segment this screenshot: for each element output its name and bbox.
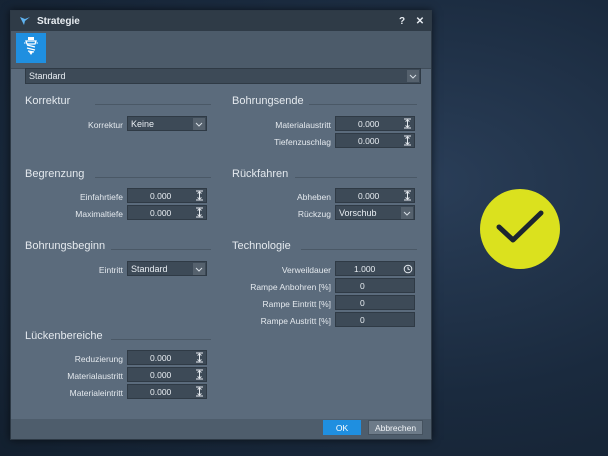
divider: [301, 249, 417, 250]
abheben-value: 0.000: [358, 190, 380, 201]
rueckzug-label: Rückzug: [297, 209, 331, 219]
eintritt-select[interactable]: Standard: [127, 261, 207, 276]
close-button[interactable]: ✕: [413, 16, 427, 27]
drill-strategy-button[interactable]: [16, 33, 46, 63]
verweildauer-label: Verweildauer: [281, 265, 331, 275]
korrektur-select-value: Keine: [131, 118, 155, 129]
window-title: Strategie: [37, 15, 80, 27]
section-lueckenbereiche-title: Lückenbereiche: [25, 330, 103, 342]
strategy-select-value: Standard: [29, 71, 66, 81]
spin-icon[interactable]: [194, 369, 205, 380]
tiefenzuschlag-value: 0.000: [358, 135, 380, 146]
help-button[interactable]: ?: [395, 16, 409, 27]
materialaustritt-luecke-label: Materialaustritt: [67, 371, 123, 381]
verweildauer-value: 1.000: [354, 263, 376, 274]
spin-icon[interactable]: [194, 352, 205, 363]
cancel-button[interactable]: Abbrechen: [368, 420, 423, 435]
app-logo-icon: [18, 14, 32, 28]
toolbar: [11, 31, 431, 69]
materialeintritt-luecke-label: Materialeintritt: [69, 388, 123, 398]
maximaltiefe-value: 0.000: [150, 207, 172, 218]
reduzierung-label: Reduzierung: [74, 354, 123, 364]
strategy-dialog: Strategie ? ✕ Standard Korrektur Korrekt: [10, 10, 432, 440]
section-bohrungsbeginn-title: Bohrungsbeginn: [25, 240, 106, 252]
tiefenzuschlag-input[interactable]: 0.000: [335, 133, 415, 148]
chevron-down-icon[interactable]: [401, 207, 413, 219]
divider: [95, 177, 211, 178]
reduzierung-value: 0.000: [150, 352, 172, 363]
section-begrenzung-title: Begrenzung: [25, 168, 85, 180]
rampe-austritt-input[interactable]: 0: [335, 312, 415, 327]
materialaustritt-ende-label: Materialaustritt: [275, 120, 331, 130]
rampe-anbohren-input[interactable]: 0: [335, 278, 415, 293]
spin-icon[interactable]: [194, 190, 205, 201]
verweildauer-input[interactable]: 1.000: [335, 261, 415, 276]
clock-icon[interactable]: [402, 263, 413, 274]
materialeintritt-luecke-input[interactable]: 0.000: [127, 384, 207, 399]
eintritt-select-value: Standard: [131, 263, 168, 274]
abheben-label: Abheben: [296, 192, 331, 202]
einfahrtiefe-input[interactable]: 0.000: [127, 188, 207, 203]
section-korrektur-title: Korrektur: [25, 95, 71, 107]
materialaustritt-ende-input[interactable]: 0.000: [335, 116, 415, 131]
rampe-eintritt-label: Rampe Eintritt [%]: [262, 299, 332, 309]
section-rueckfahren-title: Rückfahren: [232, 168, 289, 180]
spin-icon[interactable]: [194, 386, 205, 397]
korrektur-select[interactable]: Keine: [127, 116, 207, 131]
rueckzug-select[interactable]: Vorschub: [335, 205, 415, 220]
chevron-down-icon[interactable]: [193, 263, 205, 275]
materialaustritt-luecke-input[interactable]: 0.000: [127, 367, 207, 382]
rampe-austritt-value: 0: [360, 314, 365, 325]
ok-button[interactable]: OK: [323, 420, 361, 435]
divider: [95, 104, 211, 105]
rampe-anbohren-label: Rampe Anbohren [%]: [250, 282, 331, 292]
rampe-eintritt-value: 0: [360, 297, 365, 308]
materialeintritt-luecke-value: 0.000: [150, 386, 172, 397]
reduzierung-input[interactable]: 0.000: [127, 350, 207, 365]
divider: [111, 249, 211, 250]
spin-icon[interactable]: [402, 118, 413, 129]
einfahrtiefe-value: 0.000: [150, 190, 172, 201]
maximaltiefe-label: Maximaltiefe: [75, 209, 123, 219]
section-bohrungsende-title: Bohrungsende: [232, 95, 304, 107]
chevron-down-icon[interactable]: [407, 70, 419, 82]
success-check-badge: [480, 189, 560, 269]
tiefenzuschlag-label: Tiefenzuschlag: [274, 137, 331, 147]
checkmark-icon: [494, 207, 546, 252]
spin-icon[interactable]: [402, 135, 413, 146]
rampe-anbohren-value: 0: [360, 280, 365, 291]
abheben-input[interactable]: 0.000: [335, 188, 415, 203]
spin-icon[interactable]: [194, 207, 205, 218]
divider: [295, 177, 417, 178]
materialaustritt-ende-value: 0.000: [358, 118, 380, 129]
strategy-select[interactable]: Standard: [25, 68, 421, 84]
divider: [309, 104, 417, 105]
spin-icon[interactable]: [402, 190, 413, 201]
einfahrtiefe-label: Einfahrtiefe: [80, 192, 123, 202]
rueckzug-select-value: Vorschub: [339, 207, 377, 218]
title-bar[interactable]: Strategie ? ✕: [11, 11, 431, 31]
chevron-down-icon[interactable]: [193, 118, 205, 130]
section-technologie-title: Technologie: [232, 240, 291, 252]
eintritt-label: Eintritt: [98, 265, 123, 275]
rampe-austritt-label: Rampe Austritt [%]: [260, 316, 331, 326]
divider: [111, 339, 211, 340]
korrektur-label: Korrektur: [88, 120, 123, 130]
rampe-eintritt-input[interactable]: 0: [335, 295, 415, 310]
maximaltiefe-input[interactable]: 0.000: [127, 205, 207, 220]
drill-bit-icon: [22, 36, 40, 61]
materialaustritt-luecke-value: 0.000: [150, 369, 172, 380]
